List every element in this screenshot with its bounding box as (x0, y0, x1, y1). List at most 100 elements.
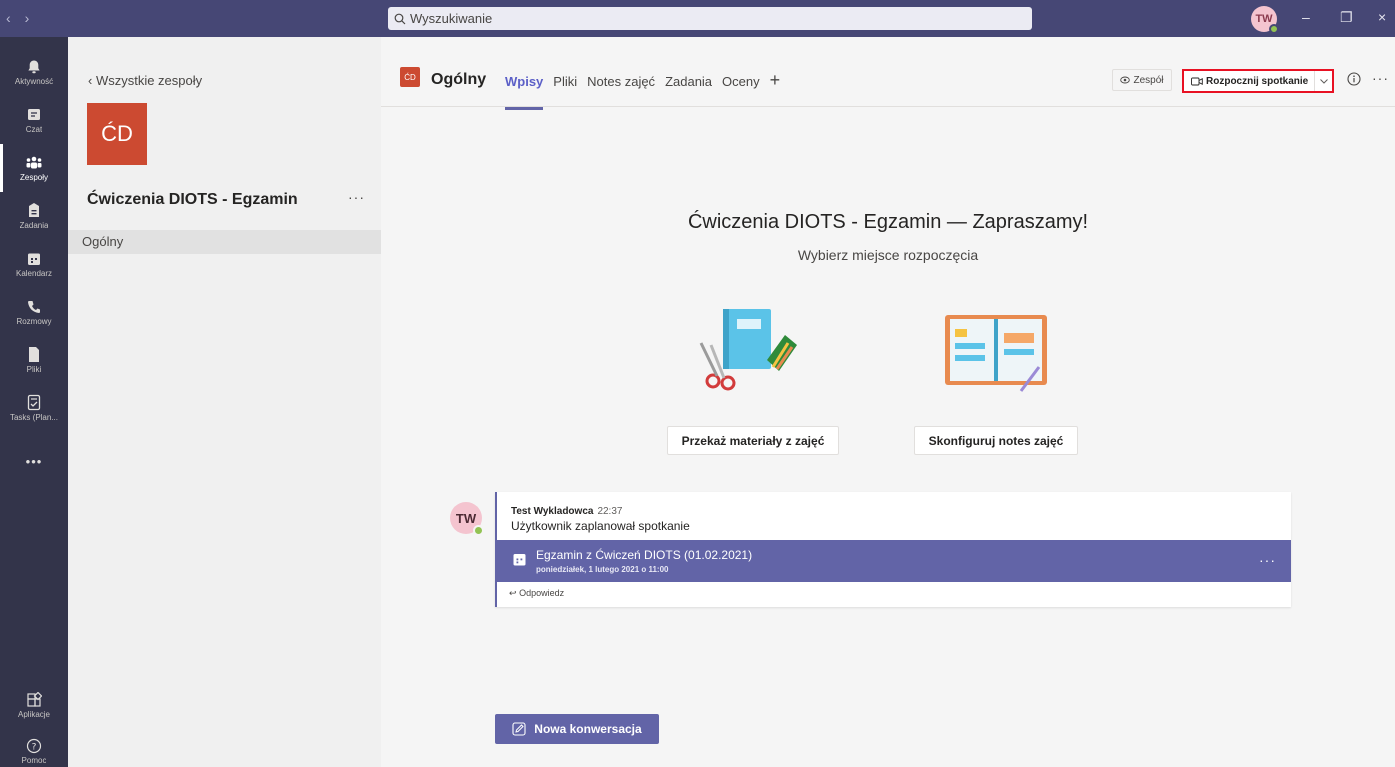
tab-grades[interactable]: Oceny (722, 74, 760, 91)
presence-available-icon (1269, 24, 1279, 34)
svg-text:?: ? (32, 742, 37, 752)
channel-header: ĆD Ogólny Wpisy Pliki Notes zajęć Zadani… (381, 37, 1395, 110)
rail-label: Kalendarz (15, 268, 53, 278)
compose-icon (512, 722, 526, 736)
team-name: Ćwiczenia DIOTS - Egzamin (87, 191, 298, 208)
rail-item-tasks[interactable]: Tasks (Plan... (0, 384, 68, 432)
chevron-down-icon (1319, 78, 1328, 84)
post-header: Test Wykladowca 22:37 (511, 506, 622, 517)
start-meeting-label: Rozpocznij spotkanie (1206, 75, 1309, 87)
start-meeting-button: Rozpocznij spotkanie (1182, 69, 1334, 93)
calendar-icon (28, 253, 40, 265)
maximize-button[interactable]: ❐ (1340, 9, 1353, 26)
tab-files[interactable]: Pliki (553, 74, 577, 91)
start-meeting-main[interactable]: Rozpocznij spotkanie (1184, 76, 1314, 87)
channel-item-general[interactable]: Ogólny (68, 230, 381, 254)
add-tab-button[interactable]: + (770, 70, 781, 91)
channel-tabs: Wpisy Pliki Notes zajęć Zadania Oceny + (505, 70, 780, 110)
tab-assignments[interactable]: Zadania (665, 74, 712, 91)
search-placeholder: Wyszukiwanie (410, 11, 493, 26)
teams-icon (26, 156, 42, 168)
meeting-more-options-button[interactable]: ··· (1259, 552, 1276, 568)
channel-title: Ogólny (431, 71, 487, 88)
phone-icon (28, 300, 40, 313)
reply-button[interactable]: ↩ Odpowiedz (509, 588, 564, 599)
post-author-initials: TW (455, 510, 477, 526)
search-icon (394, 13, 406, 24)
meeting-card[interactable]: Egzamin z Ćwiczeń DIOTS (01.02.2021) pon… (497, 540, 1291, 582)
minimize-button[interactable]: – (1302, 9, 1310, 25)
team-more-options-button[interactable]: ··· (348, 189, 365, 205)
teams-panel: ‹ Wszystkie zespoły ĆD Ćwiczenia DIOTS -… (68, 37, 381, 767)
rail-item-chat[interactable]: Czat (0, 96, 68, 144)
welcome-title: Ćwiczenia DIOTS - Egzamin — Zapraszamy! (687, 211, 1089, 233)
video-camera-icon (1191, 77, 1203, 85)
search-input[interactable]: Wyszukiwanie (388, 7, 1032, 30)
team-button-label: Zespół (1133, 74, 1164, 86)
presence-available-icon (473, 525, 484, 536)
back-arrow-icon[interactable]: ‹ (6, 10, 11, 26)
rail-label: Rozmowy (16, 316, 52, 326)
post-text: Użytkownik zaplanował spotkanie (511, 519, 690, 533)
rail-label: Pomoc (21, 755, 47, 765)
welcome-subtitle: Wybierz miejsce rozpoczęcia (797, 247, 979, 263)
meeting-title: Egzamin z Ćwiczeń DIOTS (01.02.2021) (536, 548, 753, 562)
rail-item-activity[interactable]: Aktywność (0, 48, 68, 96)
calendar-icon (513, 554, 526, 566)
channel-info-button[interactable] (1347, 72, 1361, 91)
app-rail: Aktywność Czat Zespoły Zadania Kalendarz… (0, 37, 68, 767)
rail-item-files[interactable]: Pliki (0, 336, 68, 384)
assignments-icon (29, 203, 39, 217)
post-timestamp: 22:37 (597, 506, 623, 517)
rail-more-button[interactable]: ••• (0, 446, 68, 476)
tasks-icon (27, 394, 41, 411)
new-conversation-button[interactable]: Nowa konwersacja (495, 714, 659, 744)
more-icon: ••• (25, 453, 43, 469)
info-icon (1347, 72, 1361, 86)
meeting-date: poniedziałek, 1 lutego 2021 o 11:00 (536, 565, 669, 574)
channel-more-options-button[interactable]: ··· (1372, 70, 1389, 86)
rail-item-calendar[interactable]: Kalendarz (0, 240, 68, 288)
user-avatar-initials: TW (1255, 13, 1273, 25)
rail-item-calls[interactable]: Rozmowy (0, 288, 68, 336)
history-nav: ‹ › (6, 10, 29, 26)
rail-label: Tasks (Plan... (9, 413, 58, 422)
post-author-avatar[interactable]: TW (450, 502, 484, 536)
rail-label: Zespoły (19, 172, 48, 182)
channel-post: Test Wykladowca 22:37 Użytkownik zaplanow… (495, 492, 1291, 607)
distribute-materials-button[interactable]: Przekaż materiały z zajęć (667, 426, 839, 455)
class-notebook-illustration (945, 315, 1047, 392)
reply-label: Odpowiedz (519, 588, 565, 598)
rail-label: Zadania (19, 221, 49, 230)
user-avatar[interactable]: TW (1251, 6, 1279, 34)
post-author-name: Test Wykladowca (511, 506, 594, 517)
close-button[interactable]: × (1378, 9, 1386, 25)
tab-posts[interactable]: Wpisy (505, 74, 544, 110)
rail-item-help[interactable]: ? Pomoc (0, 727, 68, 767)
help-icon: ? (26, 738, 42, 753)
tab-class-notebook[interactable]: Notes zajęć (587, 74, 655, 91)
apps-icon (27, 691, 42, 707)
eye-icon (1120, 76, 1131, 84)
rail-item-assignments[interactable]: Zadania (0, 192, 68, 240)
rail-label: Pliki (26, 365, 42, 374)
reply-arrow-icon: ↩ (509, 588, 517, 598)
channel-team-avatar: ĆD (400, 67, 420, 87)
new-conversation-label: Nowa konwersacja (534, 722, 642, 736)
team-avatar: ĆD (87, 103, 147, 165)
rail-item-teams[interactable]: Zespoły (0, 144, 68, 192)
rail-label: Aplikacje (17, 709, 50, 719)
bell-icon (28, 60, 40, 73)
class-materials-illustration (699, 309, 797, 391)
team-button[interactable]: Zespół (1112, 69, 1172, 91)
forward-arrow-icon[interactable]: › (25, 10, 30, 26)
rail-item-apps[interactable]: Aplikacje (0, 681, 68, 729)
channel-main: ĆD Ogólny Wpisy Pliki Notes zajęć Zadani… (381, 37, 1395, 767)
file-icon (29, 347, 39, 362)
rail-label: Aktywność (14, 76, 54, 86)
chat-icon (28, 108, 40, 120)
setup-class-notebook-button[interactable]: Skonfiguruj notes zajęć (914, 426, 1078, 455)
title-bar: ‹ › Wyszukiwanie TW – ❐ × (0, 0, 1395, 37)
all-teams-link[interactable]: ‹ Wszystkie zespoły (88, 73, 202, 88)
start-meeting-dropdown[interactable] (1314, 71, 1332, 91)
